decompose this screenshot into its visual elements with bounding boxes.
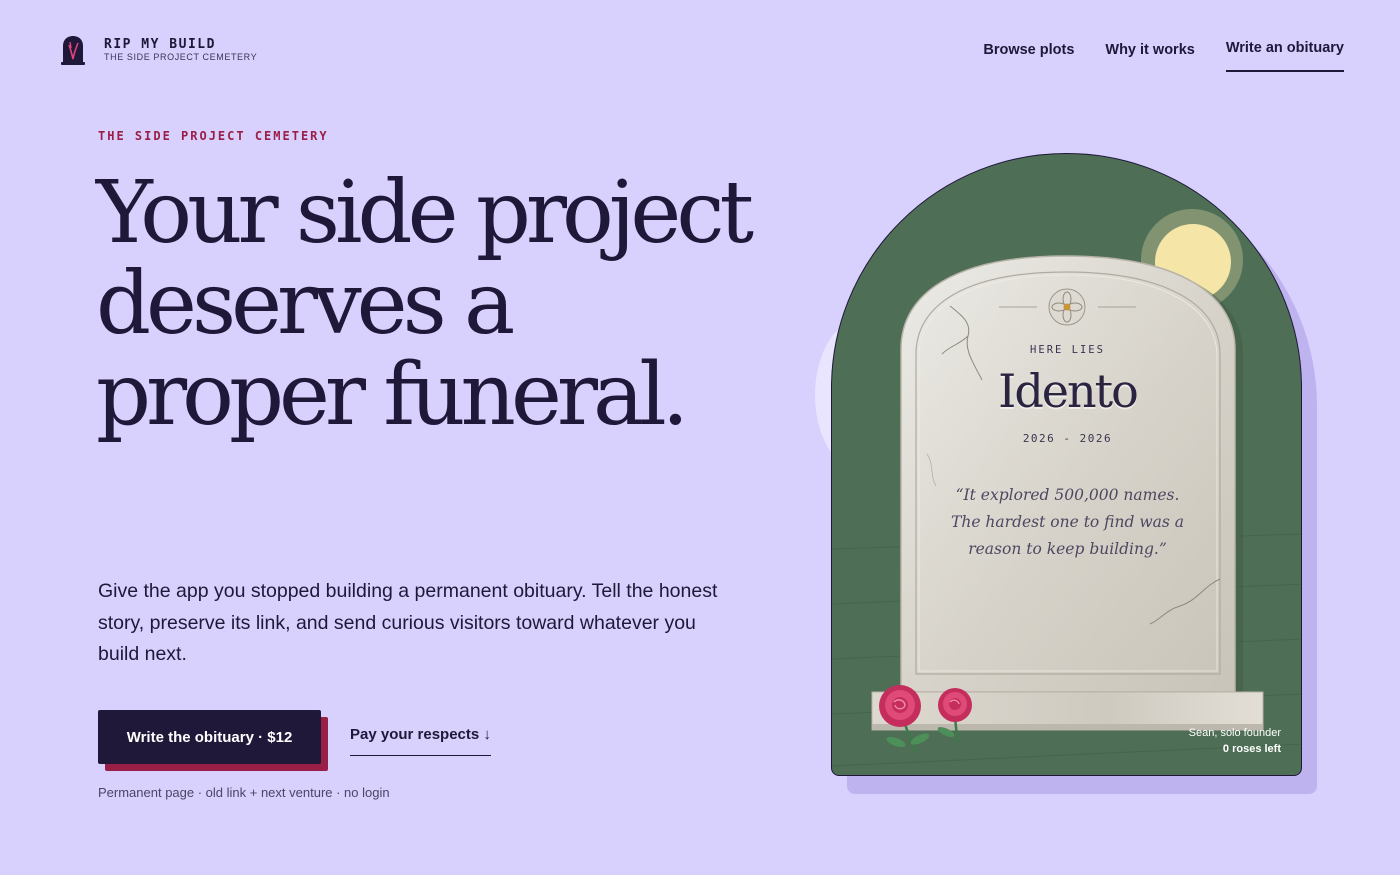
brand-logo[interactable]: RIP MY BUILD THE SIDE PROJECT CEMETERY <box>60 34 257 66</box>
deceased-project-name: Idento <box>998 364 1139 418</box>
hero-eyebrow: THE SIDE PROJECT CEMETERY <box>98 129 329 143</box>
brand-subtitle: THE SIDE PROJECT CEMETERY <box>104 51 258 62</box>
pay-respects-link[interactable]: Pay your respects ↓ <box>350 726 491 756</box>
plot-illustration <box>832 209 1301 767</box>
site-header: RIP MY BUILD THE SIDE PROJECT CEMETERY B… <box>0 0 1400 100</box>
write-obituary-button[interactable]: Write the obituary · $12 <box>98 710 321 764</box>
plot-author: Sean, solo founder <box>1188 727 1281 739</box>
epitaph-quote: “It explored 500,000 names. The hardest … <box>951 486 1184 558</box>
nav-browse-plots[interactable]: Browse plots <box>983 38 1074 72</box>
rose-right <box>937 688 972 743</box>
nav-write-obituary[interactable]: Write an obituary <box>1225 36 1344 72</box>
main-nav: Browse plots Why it works Write an obitu… <box>983 38 1344 72</box>
fine-print: Permanent page · old link + next venture… <box>98 785 390 800</box>
plot-card[interactable]: HERE LIES Idento 2026 - 2026 “It explore… <box>831 153 1302 776</box>
brand-title: RIP MY BUILD <box>104 36 216 52</box>
here-lies-label: HERE LIES <box>1030 344 1105 356</box>
nav-why-it-works[interactable]: Why it works <box>1105 38 1194 72</box>
tombstone-icon <box>61 36 85 65</box>
plot-meta: Sean, solo founder 0 roses left <box>1189 725 1281 757</box>
roses-count[interactable]: 0 roses left <box>1189 741 1281 757</box>
project-lifespan: 2026 - 2026 <box>1022 432 1113 445</box>
cta-group: Write the obituary · $12 <box>98 710 328 771</box>
hero-lede: Give the app you stopped building a perm… <box>98 580 718 665</box>
hero-headline: Your side project deserves a proper fune… <box>96 163 754 445</box>
